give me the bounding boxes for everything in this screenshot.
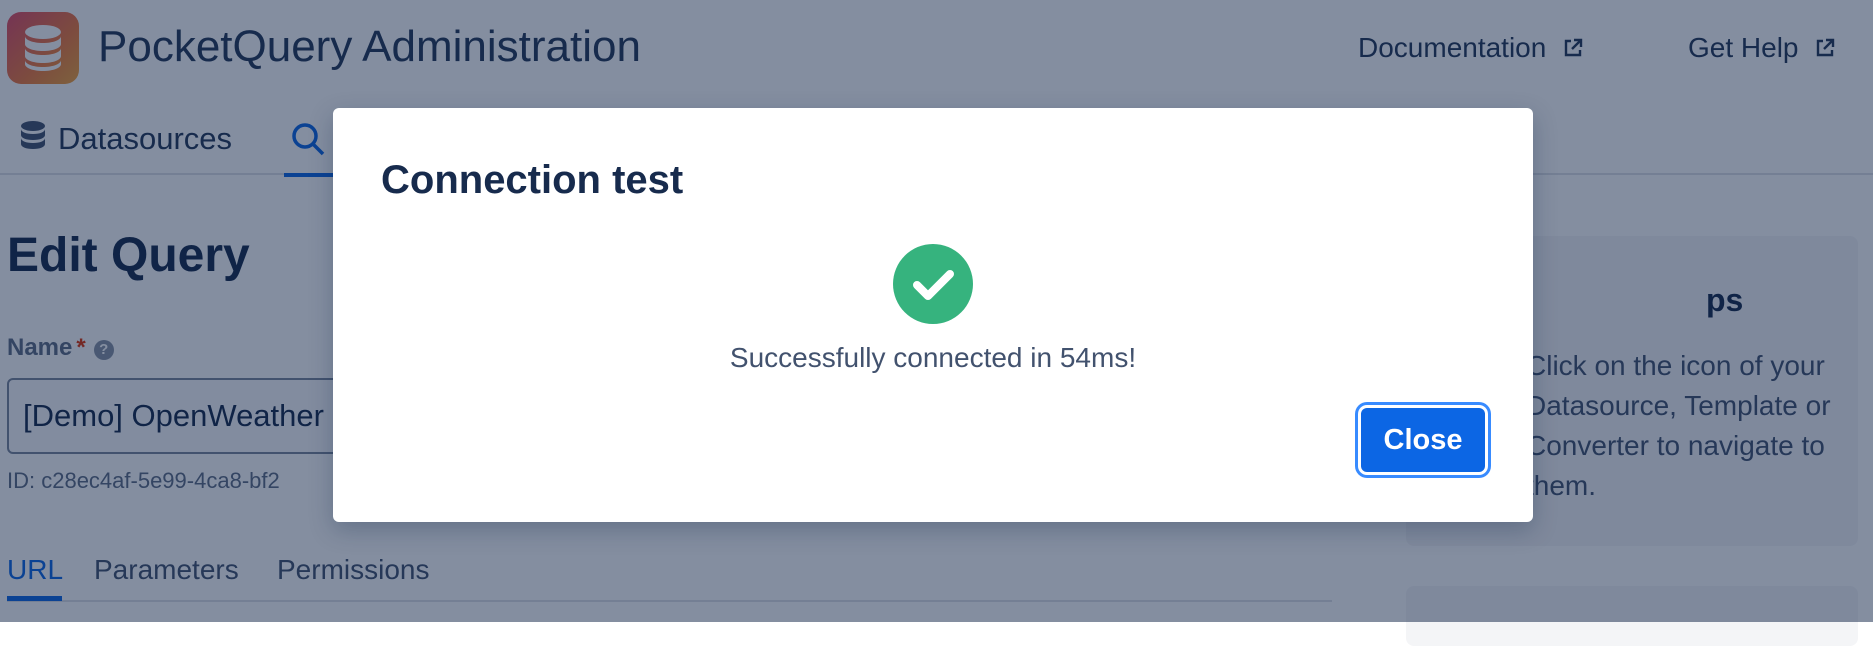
admin-page: PocketQuery Administration Documentation…: [0, 0, 1873, 646]
close-button[interactable]: Close: [1361, 408, 1485, 472]
connection-result-message: Successfully connected in 54ms!: [729, 342, 1137, 373]
connection-test-dialog: Connection test Successfully connected i…: [333, 108, 1533, 522]
dialog-title: Connection test: [381, 158, 684, 202]
check-circle-icon: [893, 244, 973, 324]
